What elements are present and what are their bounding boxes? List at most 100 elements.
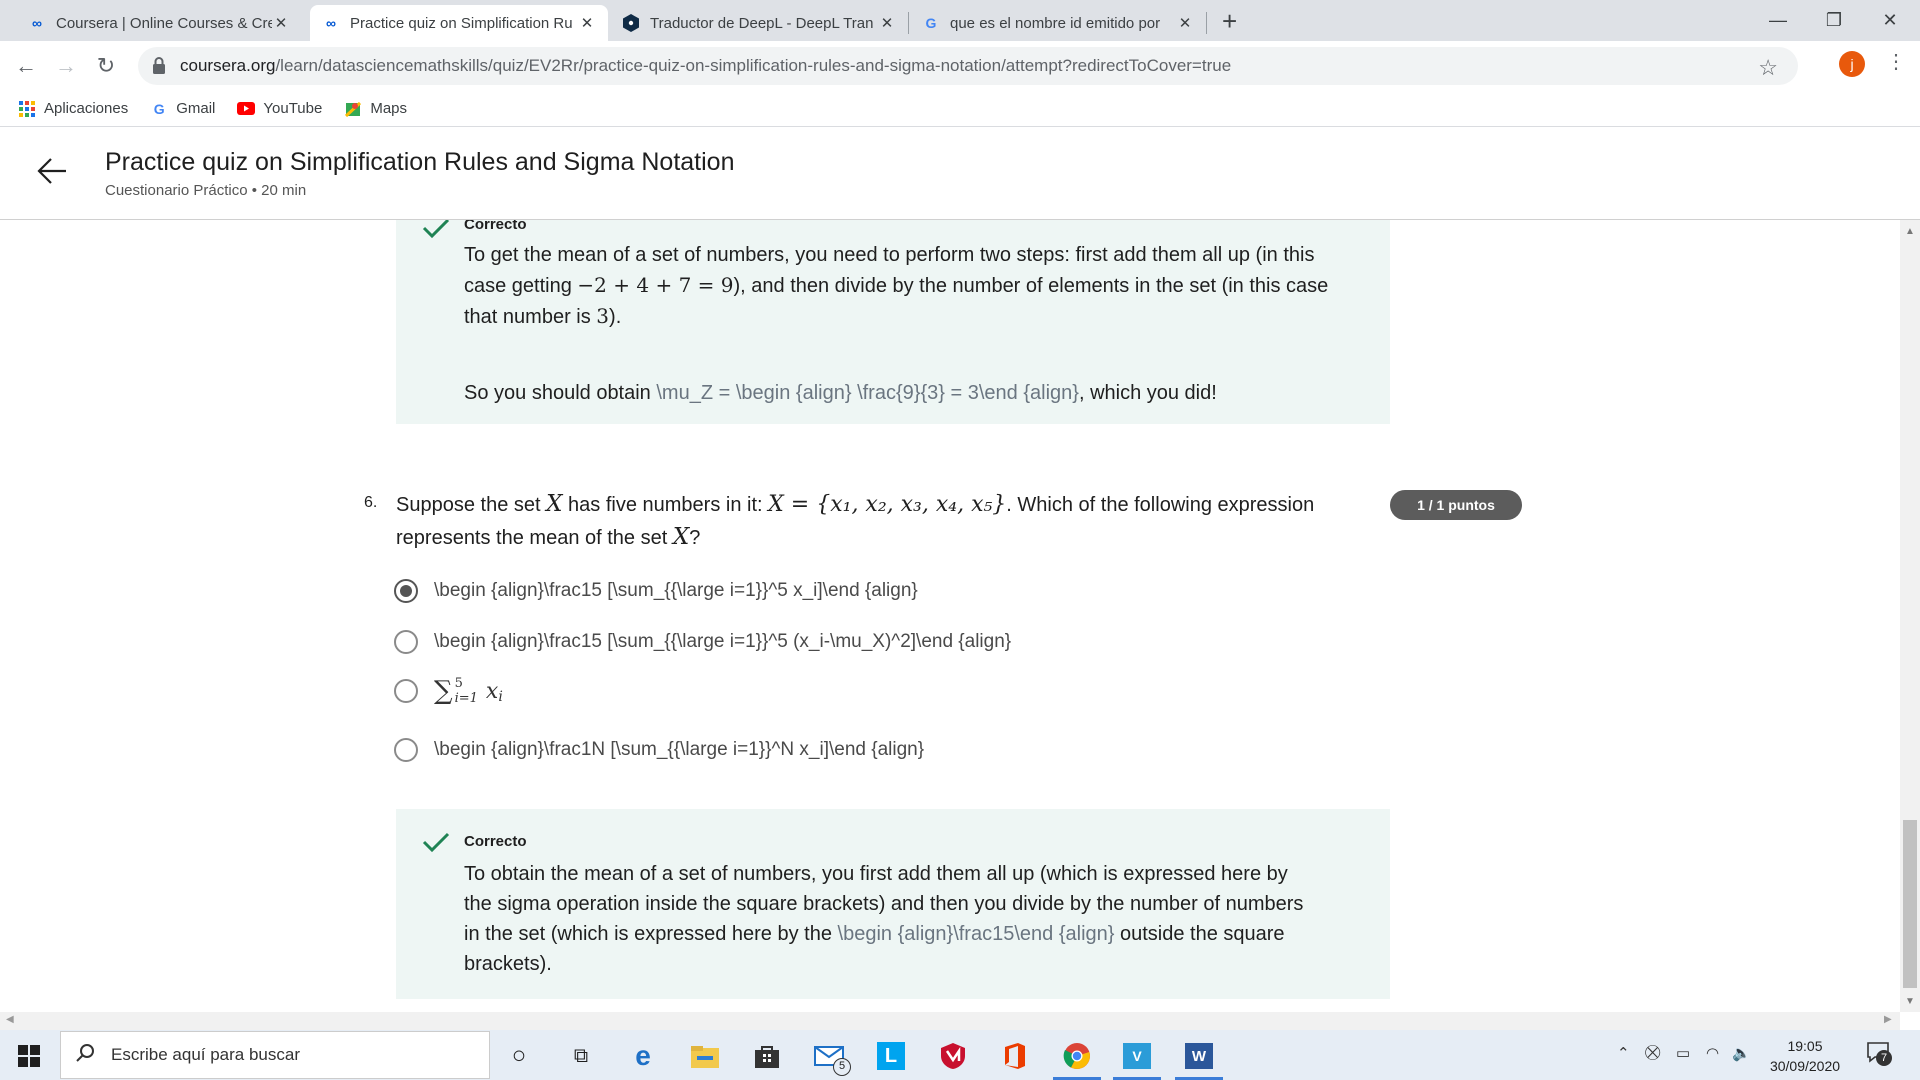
new-tab-icon[interactable]: + [1222, 6, 1237, 37]
bookmark-apps[interactable]: Aplicaciones [18, 100, 128, 118]
tab-separator [908, 12, 909, 34]
windows-start-icon[interactable] [18, 1045, 40, 1067]
mail-badge: 5 [833, 1058, 851, 1076]
bookmark-youtube[interactable]: YouTube [237, 100, 322, 118]
sigma-symbol: ∑ [434, 676, 453, 706]
battery-icon[interactable]: ▭ [1676, 1044, 1690, 1062]
text-run: in the set (which is expressed here by t… [464, 923, 838, 945]
answer-option-3[interactable]: ∑ 5 i=1 xi [394, 676, 503, 706]
answer-option-1[interactable]: \begin {align}\frac15 [\sum_{{\large i=1… [394, 579, 918, 603]
address-bar[interactable]: coursera.org/learn/datasciencemathskills… [138, 47, 1798, 85]
scroll-up-icon[interactable]: ▲ [1905, 226, 1915, 237]
text-run: that number is [464, 306, 597, 328]
close-icon[interactable]: ✕ [1176, 14, 1194, 32]
option-text: \begin {align}\frac15 [\sum_{{\large i=1… [434, 631, 1012, 652]
bookmark-maps[interactable]: Maps [344, 100, 407, 118]
apps-grid-icon [18, 100, 36, 118]
mcafee-icon[interactable] [937, 1040, 969, 1072]
bookmark-label: Maps [370, 100, 408, 117]
restore-icon[interactable]: ❐ [1804, 4, 1864, 36]
search-icon [75, 1043, 95, 1068]
text-run: , which you did! [1078, 382, 1217, 404]
back-icon[interactable]: ← [10, 50, 42, 82]
volume-icon[interactable]: 🔈 [1732, 1044, 1751, 1062]
scroll-left-icon[interactable]: ◀ [6, 1014, 14, 1025]
google-icon: G [925, 15, 937, 31]
office-icon[interactable] [999, 1040, 1031, 1072]
quiz-header: Practice quiz on Simplification Rules an… [0, 128, 1920, 220]
option-text: \begin {align}\frac1N [\sum_{{\large i=1… [434, 739, 925, 760]
feedback-box-q6: Correcto To obtain the mean of a set of … [396, 809, 1390, 999]
minimize-icon[interactable]: — [1748, 4, 1808, 36]
close-window-icon[interactable]: ✕ [1860, 4, 1920, 36]
scroll-down-icon[interactable]: ▼ [1905, 996, 1915, 1007]
vertical-scrollbar[interactable]: ▲ ▼ [1900, 220, 1920, 1012]
text-run: ). [609, 306, 622, 328]
reload-icon[interactable]: ↻ [90, 50, 122, 82]
tab-title: Traductor de DeepL - DeepL Tran [650, 14, 874, 32]
radio-button[interactable] [394, 679, 418, 703]
bookmark-star-icon[interactable]: ☆ [1758, 55, 1778, 81]
answer-option-4[interactable]: \begin {align}\frac1N [\sum_{{\large i=1… [394, 738, 924, 762]
clock-time: 19:05 [1787, 1038, 1823, 1054]
math-variable: X [546, 491, 563, 517]
profile-avatar[interactable]: j [1839, 51, 1865, 77]
close-icon[interactable]: ✕ [578, 14, 596, 32]
scroll-right-icon[interactable]: ▶ [1884, 1014, 1892, 1025]
text-run: outside the square [1114, 923, 1285, 945]
close-icon[interactable]: ✕ [878, 14, 896, 32]
tab-deepl[interactable]: Traductor de DeepL - DeepL Tran ✕ [610, 5, 908, 41]
url-path: /learn/datasciencemathskills/quiz/EV2Rr/… [275, 56, 1232, 75]
task-view-icon[interactable]: ⧉ [565, 1040, 597, 1072]
points-badge: 1 / 1 puntos [1390, 490, 1522, 520]
bookmark-label: Gmail [176, 100, 216, 117]
text-run: So you should obtain [464, 382, 657, 404]
vpn-app-icon[interactable]: V [1123, 1043, 1151, 1069]
math-expression: X = {x₁, x₂, x₃, x₄, x₅} [768, 492, 1007, 517]
radio-button[interactable] [394, 630, 418, 654]
tab-coursera-home[interactable]: ∞ Coursera | Online Courses & Cred ✕ [16, 5, 302, 41]
tab-google-search[interactable]: G que es el nombre id emitido por ✕ [910, 5, 1206, 41]
browser-toolbar: ← → ↻ coursera.org/learn/datasciencemath… [0, 41, 1920, 91]
taskbar-clock[interactable]: 19:05 30/09/2020 [1760, 1036, 1850, 1076]
bookmark-label: Aplicaciones [44, 100, 129, 117]
tab-practice-quiz[interactable]: ∞ Practice quiz on Simplification Ru ✕ [310, 5, 608, 41]
word-icon[interactable]: W [1185, 1043, 1213, 1069]
tray-chevron-icon[interactable]: ⌃ [1617, 1044, 1630, 1062]
taskbar-search-box[interactable]: Escribe aquí para buscar [60, 1031, 490, 1079]
text-run: represents the mean of the set [396, 527, 673, 549]
forward-icon[interactable]: → [50, 50, 82, 82]
menu-icon[interactable]: ⋮ [1886, 49, 1906, 74]
bookmark-gmail[interactable]: G Gmail [150, 100, 216, 118]
feedback-line: To obtain the mean of a set of numbers, … [464, 863, 1288, 885]
question-number: 6. [364, 494, 378, 511]
tab-separator [1206, 12, 1207, 34]
launcher-l-icon[interactable]: L [877, 1042, 905, 1070]
back-arrow-icon[interactable] [36, 156, 68, 195]
edge-icon[interactable]: e [627, 1040, 659, 1072]
cortana-icon[interactable]: ○ [503, 1040, 535, 1072]
scrollbar-thumb[interactable] [1903, 820, 1917, 988]
file-explorer-icon[interactable] [689, 1040, 721, 1072]
radio-button-selected[interactable] [394, 579, 418, 603]
store-icon[interactable] [751, 1040, 783, 1072]
bookmark-label: YouTube [263, 100, 323, 117]
notification-center-icon[interactable]: 7 [1866, 1040, 1892, 1070]
mail-icon[interactable]: 5 [813, 1040, 851, 1076]
check-icon [422, 220, 450, 239]
math-expression: 3 [596, 304, 610, 328]
wifi-icon[interactable]: ◠ [1706, 1044, 1719, 1062]
feedback-text: To obtain the mean of a set of numbers, … [464, 859, 1374, 979]
horizontal-scrollbar[interactable]: ◀ ▶ [0, 1012, 1900, 1030]
question-text: Suppose the set X has five numbers in it… [396, 488, 1396, 554]
radio-button[interactable] [394, 738, 418, 762]
tab-title: Practice quiz on Simplification Ru [350, 14, 573, 32]
close-icon[interactable]: ✕ [272, 14, 290, 32]
url-text: coursera.org/learn/datasciencemathskills… [180, 56, 1231, 76]
security-tray-icon[interactable]: ⛒ [1645, 1044, 1660, 1061]
answer-option-2[interactable]: \begin {align}\frac15 [\sum_{{\large i=1… [394, 630, 1011, 654]
chrome-icon[interactable] [1061, 1040, 1093, 1072]
clock-date: 30/09/2020 [1769, 1058, 1841, 1074]
lock-icon [152, 57, 166, 75]
